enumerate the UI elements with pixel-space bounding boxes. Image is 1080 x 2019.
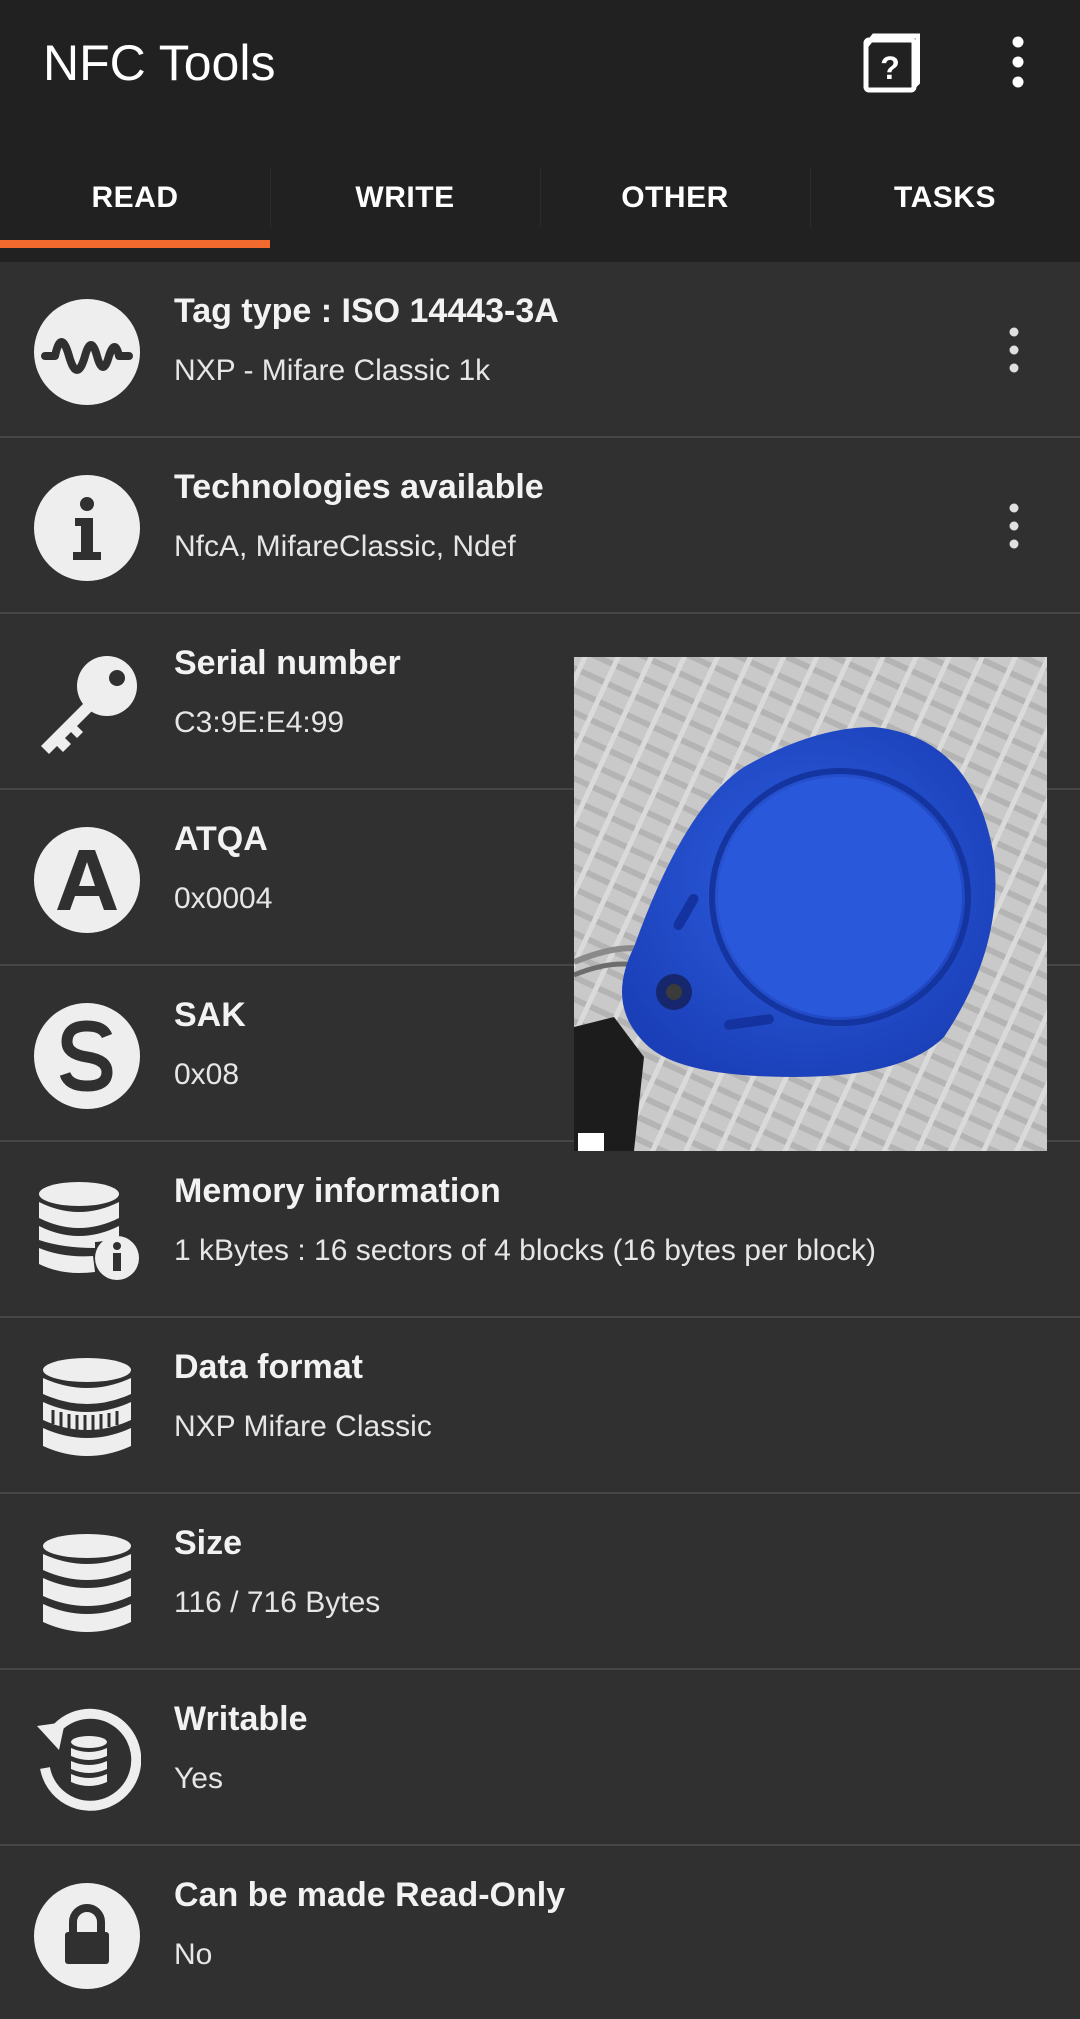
list-item-memory-information[interactable]: Memory information 1 kBytes : 16 sectors… (0, 1142, 1080, 1318)
key-icon (33, 650, 141, 758)
help-book-icon: ? (863, 33, 921, 93)
list-item-writable[interactable]: Writable Yes (0, 1670, 1080, 1846)
tab-divider (810, 168, 811, 228)
more-vert-icon (1012, 36, 1024, 88)
row-title: Memory information (174, 1172, 501, 1210)
row-title: Writable (174, 1700, 308, 1738)
tab-read[interactable]: READ (0, 148, 270, 248)
list-item-technologies[interactable]: Technologies available NfcA, MifareClass… (0, 438, 1080, 614)
list-item-tag-type[interactable]: Tag type : ISO 14443-3A NXP - Mifare Cla… (0, 262, 1080, 438)
row-value: NXP - Mifare Classic 1k (174, 354, 491, 387)
tab-divider (270, 168, 271, 228)
row-value: 116 / 716 Bytes (174, 1586, 381, 1619)
row-title: Serial number (174, 644, 401, 682)
row-menu-button[interactable] (996, 498, 1032, 554)
letter-a-icon (33, 826, 141, 934)
info-icon (33, 474, 141, 582)
blue-rfid-keyfob-photo (574, 657, 1047, 1151)
list-item-read-only[interactable]: Can be made Read-Only No (0, 1846, 1080, 2019)
wave-icon (33, 298, 141, 406)
row-value: NXP Mifare Classic (174, 1410, 432, 1443)
tab-other[interactable]: OTHER (540, 148, 810, 248)
overflow-menu-button[interactable] (1000, 30, 1036, 94)
letter-s-icon (33, 1002, 141, 1110)
svg-text:?: ? (880, 50, 900, 86)
app-title: NFC Tools (43, 35, 276, 91)
row-value: No (174, 1938, 213, 1971)
row-value: 0x0004 (174, 882, 273, 915)
row-title: Technologies available (174, 468, 544, 506)
lock-icon (33, 1882, 141, 1990)
row-title: ATQA (174, 820, 268, 858)
database-refresh-icon (33, 1706, 141, 1814)
more-vert-icon (1009, 327, 1019, 373)
row-value: C3:9E:E4:99 (174, 706, 345, 739)
row-title: Size (174, 1524, 243, 1562)
database-icon (33, 1530, 141, 1638)
tab-divider (540, 168, 541, 228)
row-menu-button[interactable] (996, 322, 1032, 378)
list-item-size[interactable]: Size 116 / 716 Bytes (0, 1494, 1080, 1670)
app-bar: NFC Tools ? READ WRITE OTHER TASKS (0, 0, 1080, 262)
tab-bar: READ WRITE OTHER TASKS (0, 148, 1080, 248)
help-button[interactable]: ? (862, 30, 921, 94)
more-vert-icon (1009, 503, 1019, 549)
row-title: Can be made Read-Only (174, 1876, 566, 1914)
row-value: 0x08 (174, 1058, 240, 1091)
tab-write[interactable]: WRITE (270, 148, 540, 248)
row-value: NfcA, MifareClassic, Ndef (174, 530, 516, 563)
database-striped-icon (33, 1354, 141, 1462)
row-title: SAK (174, 996, 246, 1034)
database-info-icon (33, 1178, 141, 1286)
row-title: Data format (174, 1348, 363, 1386)
tab-tasks[interactable]: TASKS (810, 148, 1080, 248)
row-value: 1 kBytes : 16 sectors of 4 blocks (16 by… (174, 1234, 876, 1267)
row-title: Tag type : ISO 14443-3A (174, 292, 559, 330)
list-item-data-format[interactable]: Data format NXP Mifare Classic (0, 1318, 1080, 1494)
row-value: Yes (174, 1762, 223, 1795)
